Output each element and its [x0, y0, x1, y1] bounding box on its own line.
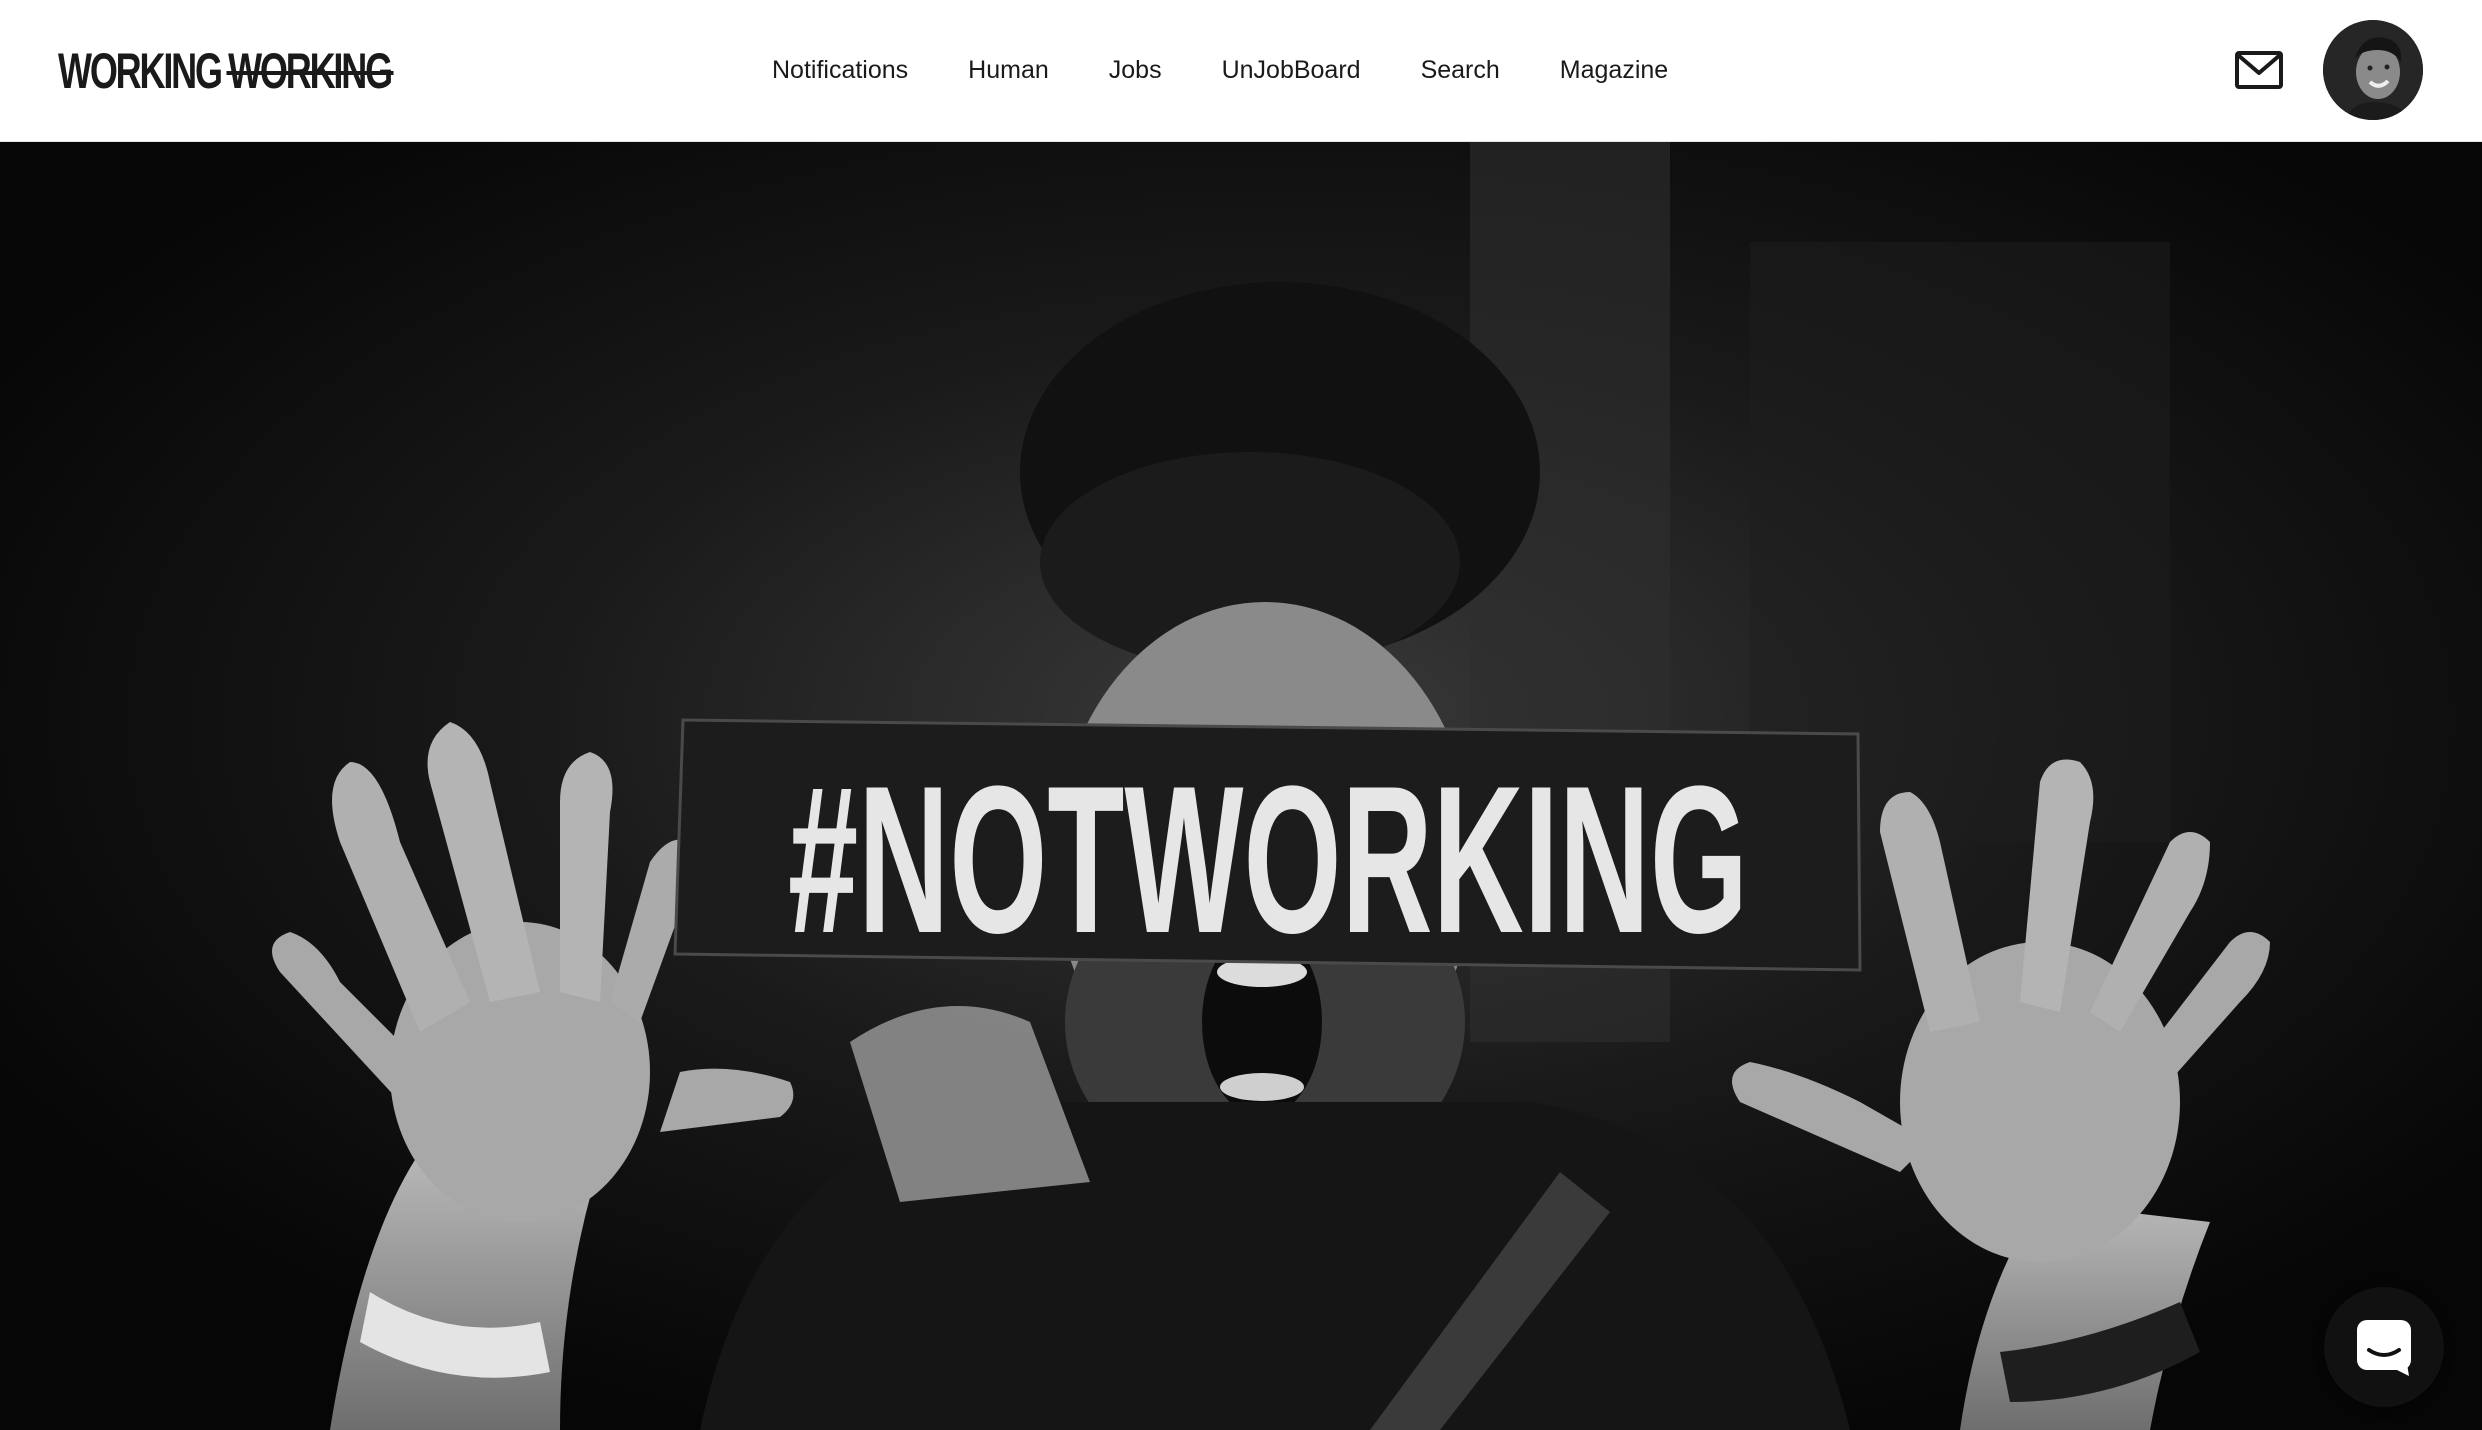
hero-photo-illustration: #NOTWORKING [0, 142, 2482, 1430]
notworking-sign: #NOTWORKING [673, 718, 1862, 977]
nav-jobs[interactable]: Jobs [1109, 56, 1162, 85]
nav-notifications[interactable]: Notifications [772, 56, 908, 85]
main-nav: Notifications Human Jobs UnJobBoard Sear… [772, 0, 1728, 141]
hero-photo: #NOTWORKING [0, 142, 2482, 1430]
chat-bubble-icon[interactable] [2324, 1287, 2444, 1407]
logo-word: WORKING [58, 43, 223, 99]
site-header: WORKING WORKING Notifications Human Jobs… [0, 0, 2482, 142]
logo-word-struck: WORKING [226, 43, 394, 99]
nav-unjobboard[interactable]: UnJobBoard [1222, 56, 1361, 85]
nav-search[interactable]: Search [1421, 56, 1500, 85]
user-avatar[interactable] [2323, 20, 2423, 120]
nav-magazine[interactable]: Magazine [1560, 56, 1668, 85]
site-logo[interactable]: WORKING WORKING [58, 38, 394, 104]
nav-human[interactable]: Human [968, 56, 1049, 85]
envelope-icon[interactable] [2234, 48, 2284, 92]
sign-text: #NOTWORKING [788, 742, 1748, 977]
